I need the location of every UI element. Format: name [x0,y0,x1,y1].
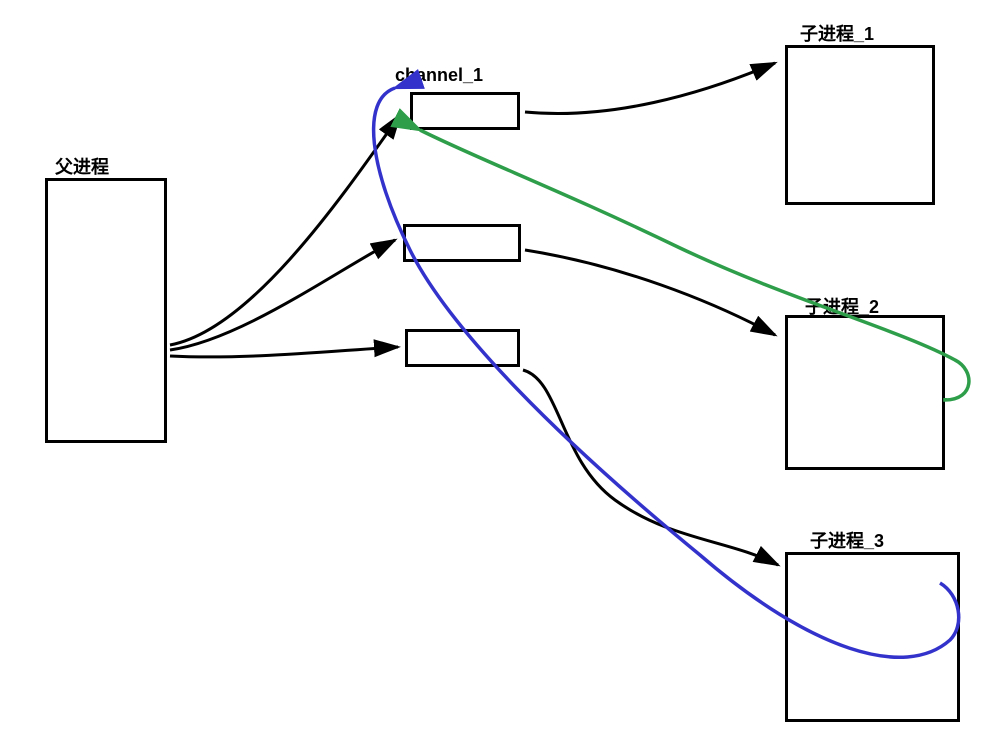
edge-channel3-to-child3 [523,370,778,565]
edge-channel1-to-child1 [525,63,775,114]
channel-2-box [403,224,521,262]
parent-process-label: 父进程 [55,153,109,179]
edge-parent-to-channel2 [170,240,395,350]
child-1-label: 子进程_1 [800,20,874,46]
child-3-label: 子进程_3 [810,527,884,553]
parent-process-box [45,178,167,443]
channel-3-box [405,329,520,367]
child-1-box [785,45,935,205]
edge-parent-to-channel3 [170,347,398,357]
child-2-box [785,315,945,470]
edge-channel2-to-child2 [525,250,775,335]
channel-1-label: channel_1 [395,65,483,86]
edge-parent-to-channel1 [170,115,400,345]
channel-1-box [410,92,520,130]
child-3-box [785,552,960,722]
